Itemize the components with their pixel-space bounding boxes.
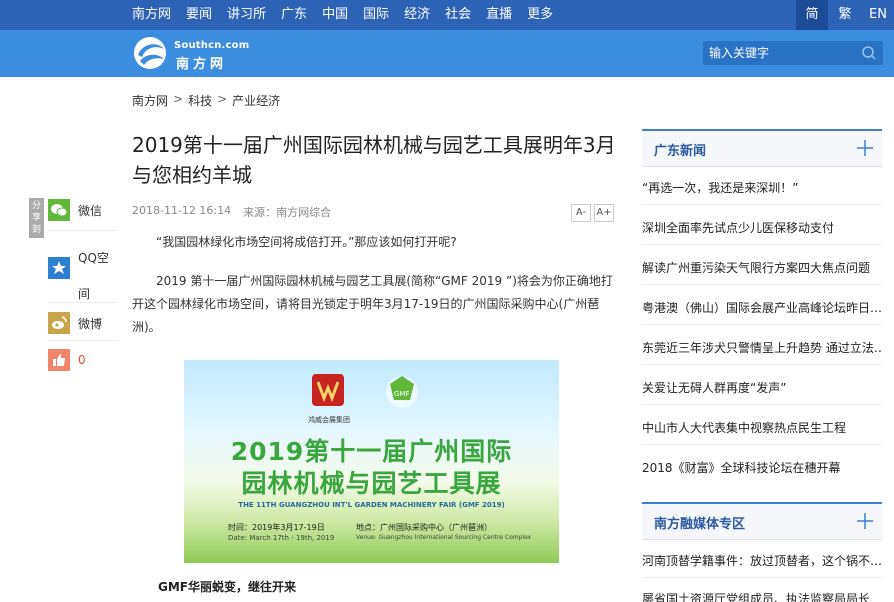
- guangdong-news-header: 广东新闻: [642, 129, 882, 167]
- news-item[interactable]: 粤港澳（佛山）国际会展产业高峰论坛昨日…: [642, 299, 882, 316]
- poster-time-en: Date: March 17th - 19th, 2019: [228, 534, 335, 542]
- media-zone-title[interactable]: 南方融媒体专区: [654, 513, 745, 532]
- news-divider: [642, 204, 882, 205]
- poster-title-line2: 园林机械与园艺工具展: [241, 469, 502, 498]
- nav-item-international[interactable]: 国际: [363, 0, 389, 30]
- nav-item-news[interactable]: 要闻: [186, 0, 212, 30]
- breadcrumb-separator: >: [217, 92, 228, 106]
- article-subheading: GMF华丽蜕变，继往开来: [158, 580, 296, 594]
- poster-gmf-logo-text: GMF: [394, 390, 410, 398]
- nav-item-home[interactable]: 南方网: [132, 0, 171, 30]
- article-title: 2019第十一届广州国际园林机械与园艺工具展明年3月与您相约羊城: [132, 133, 616, 187]
- font-increase-button[interactable]: A+: [594, 204, 614, 222]
- nav-item-economy[interactable]: 经济: [404, 0, 430, 30]
- font-decrease-button[interactable]: A-: [571, 204, 591, 222]
- media-zone-header: 南方融媒体专区: [642, 502, 882, 540]
- breadcrumb: 南方网 > 科技 > 产业经济: [132, 92, 280, 109]
- logo-text-en: Southcn.com: [174, 40, 250, 51]
- search-icon[interactable]: [861, 45, 877, 61]
- news-divider: [642, 577, 882, 578]
- plus-icon[interactable]: [856, 512, 874, 530]
- search-box: [703, 41, 883, 65]
- news-item[interactable]: 河南顶替学籍事件：放过顶替者，这个锅不…: [642, 552, 882, 569]
- search-input[interactable]: [703, 41, 853, 65]
- news-item[interactable]: 深圳全面率先试点少儿医保移动支付: [642, 219, 882, 236]
- news-divider: [642, 284, 882, 285]
- news-divider: [642, 244, 882, 245]
- language-switcher: 简 繁 EN: [795, 0, 894, 30]
- news-divider: [642, 324, 882, 325]
- share-divider: [48, 340, 118, 341]
- share-qzone[interactable]: [48, 257, 70, 279]
- news-item[interactable]: “再选一次，我还是来深圳！”: [642, 179, 882, 196]
- breadcrumb-industry[interactable]: 产业经济: [232, 92, 280, 109]
- news-divider: [642, 444, 882, 445]
- news-item[interactable]: 关爱让无碍人群再度“发声”: [642, 379, 882, 396]
- nav-item-china[interactable]: 中国: [322, 0, 348, 30]
- poster-time-cn: 时间：2019年3月17-19日: [228, 523, 325, 532]
- breadcrumb-separator: >: [173, 92, 184, 106]
- weibo-icon: [48, 312, 70, 334]
- share-divider: [48, 230, 118, 231]
- poster-brand: 鸿威会展集团: [308, 416, 350, 424]
- like-button[interactable]: 0: [48, 349, 86, 371]
- poster-venue-cn: 地点：广州国际采购中心（广州琶洲）: [356, 523, 492, 532]
- news-item[interactable]: 屡省国土资源厅党组成员、执法监察局局长: [642, 590, 882, 602]
- poster-logos-icon: GMF: [312, 374, 418, 408]
- share-wechat[interactable]: 微信: [48, 199, 102, 221]
- news-divider: [642, 404, 882, 405]
- nav-item-lecture[interactable]: 讲习所: [227, 0, 266, 30]
- plus-icon[interactable]: [856, 139, 874, 157]
- qzone-star-icon: [48, 257, 70, 279]
- share-weibo-label: 微博: [78, 316, 103, 331]
- article-source: 来源：南方网综合: [243, 206, 332, 219]
- lang-simplified[interactable]: 简: [796, 0, 828, 30]
- poster-title-line1: 2019第十一届广州国际: [230, 437, 513, 466]
- guangdong-news-title[interactable]: 广东新闻: [654, 140, 706, 159]
- news-divider: [642, 364, 882, 365]
- news-item[interactable]: 东莞近三年涉犬只警情呈上升趋势 通过立法…: [642, 339, 882, 356]
- lang-traditional[interactable]: 繁: [829, 0, 861, 30]
- article-date: 2018-11-12 16:14: [132, 204, 232, 217]
- poster-venue-en: Venue: Guangzhou International Sourcing …: [356, 534, 532, 541]
- share-divider: [48, 302, 118, 303]
- article-meta: 2018-11-12 16:14 来源：南方网综合: [132, 204, 331, 220]
- share-tab: 分享到: [29, 198, 44, 238]
- nav-item-live[interactable]: 直播: [486, 0, 512, 30]
- share-wechat-label: 微信: [78, 203, 103, 218]
- breadcrumb-home[interactable]: 南方网: [132, 92, 168, 109]
- site-header: Southcn.com 南方网: [0, 30, 894, 77]
- top-nav-bar: 南方网 要闻 讲习所 广东 中国 国际 经济 社会 直播 更多 简 繁 EN: [0, 0, 894, 30]
- channel-nav: 南方网 要闻 讲习所 广东 中国 国际 经济 社会 直播 更多: [132, 0, 568, 30]
- article-paragraph: 2019 第十一届广州国际园林机械与园艺工具展(简称“GMF 2019 ”)将会…: [132, 274, 613, 334]
- nav-item-society[interactable]: 社会: [445, 0, 471, 30]
- poster-title-en: THE 11TH GUANGZHOU INT'L GARDEN MACHINER…: [238, 501, 505, 509]
- nav-item-guangdong[interactable]: 广东: [281, 0, 307, 30]
- logo-swirl-icon: [134, 37, 166, 69]
- lang-english[interactable]: EN: [862, 0, 894, 30]
- thumbs-up-icon: [48, 349, 70, 371]
- like-count: 0: [78, 353, 86, 367]
- wechat-icon: [48, 199, 70, 221]
- article-paragraph: “我国园林绿化市场空间将成倍打开。”那应该如何打开呢?: [156, 235, 457, 249]
- nav-item-more[interactable]: 更多: [527, 0, 553, 30]
- article-poster-image: GMF 鸿威会展集团 2019第十一届广州国际 园林机械与园艺工具展 THE 1…: [184, 360, 559, 563]
- site-logo[interactable]: Southcn.com 南方网: [132, 33, 252, 73]
- share-weibo[interactable]: 微博: [48, 312, 102, 334]
- breadcrumb-tech[interactable]: 科技: [188, 92, 212, 109]
- logo-text-cn: 南方网: [176, 57, 228, 72]
- news-item[interactable]: 中山市人大代表集中视察热点民生工程: [642, 419, 882, 436]
- news-item[interactable]: 解读广州重污染天气限行方案四大焦点问题: [642, 259, 882, 276]
- news-item[interactable]: 2018《财富》全球科技论坛在穗开幕: [642, 459, 882, 476]
